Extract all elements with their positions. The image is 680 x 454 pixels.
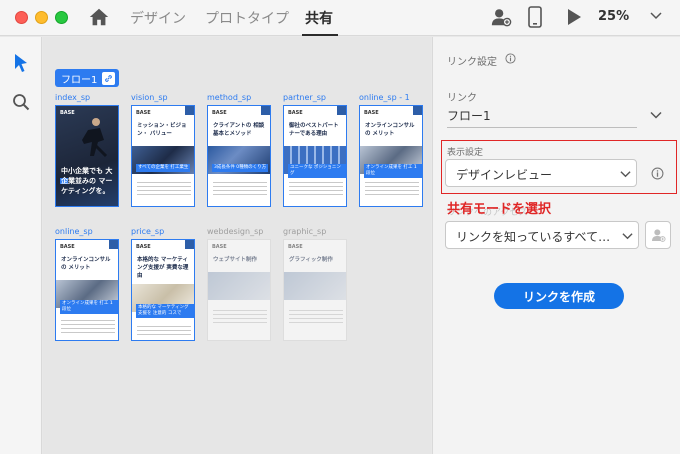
artboard-title: オンラインコンサルの メリット — [365, 123, 415, 137]
artboard-method-sp[interactable]: BASE クライアントの 相談基本とメソッド 3成長条件 0種類のくり方 — [207, 105, 271, 207]
artboard-text-lines — [61, 320, 115, 334]
link-icon[interactable] — [102, 71, 116, 85]
artboard-text-lines — [213, 182, 267, 196]
active-tab-indicator — [302, 34, 338, 36]
artboard-corner — [261, 106, 270, 115]
artboard-title: 御社のベストパートナーである理由 — [289, 123, 339, 137]
artboard-label-webdesign-sp[interactable]: webdesign_sp — [207, 227, 263, 236]
share-settings-panel: リンク設定 リンク フロー1 表示設定 デザインレビュー リンクへのアクセス 共… — [432, 37, 680, 454]
artboard-tag: オンライン成果を 打工 1段位 — [364, 164, 422, 178]
artboard-corner — [185, 106, 194, 115]
artboard-text-lines — [289, 310, 343, 324]
artboard-index-sp[interactable]: BASE 中小企業でも 大企業並みの マーケティングを。 — [55, 105, 119, 207]
zoom-level[interactable]: 25% — [598, 9, 629, 24]
artboard-label-partner-sp[interactable]: partner_sp — [283, 93, 326, 102]
title-bar: デザイン プロトタイプ 共有 25% — [0, 0, 680, 36]
artboard-title: ミッション・ビジョン・ バリュー — [137, 123, 187, 137]
artboard-title: ウェブサイト制作 — [213, 257, 258, 263]
artboard-logo: BASE — [212, 244, 227, 250]
artboard-logo: BASE — [288, 110, 303, 116]
artboard-corner — [185, 240, 194, 249]
window-close-button[interactable] — [15, 11, 28, 24]
link-label: リンク — [447, 93, 477, 104]
artboard-partner-sp[interactable]: BASE 御社のベストパートナーである理由 ユニークな ポジショニング — [283, 105, 347, 207]
display-mode-select[interactable]: デザインレビュー — [445, 159, 637, 187]
artboard-webdesign-sp[interactable]: BASE ウェブサイト制作 — [207, 239, 271, 341]
artboard-logo: BASE — [288, 244, 303, 250]
artboard-label-vision-sp[interactable]: vision_sp — [131, 93, 168, 102]
artboard-hero-text: 中小企業でも 大企業並みの マーケティングを。 — [61, 167, 113, 195]
artboard-logo: BASE — [136, 110, 151, 116]
artboard-corner — [337, 106, 346, 115]
artboard-logo: BASE — [364, 110, 379, 116]
artboard-title: オンラインコンサルの メリット — [61, 257, 111, 271]
artboard-corner — [109, 240, 118, 249]
link-select[interactable]: フロー1 — [447, 107, 491, 124]
info-icon[interactable] — [505, 53, 516, 64]
user-add-icon[interactable] — [490, 6, 512, 28]
artboard-label-online-sp[interactable]: online_sp — [55, 227, 93, 236]
artboard-title: 本格的な マーケティング支援が 実費な理由 — [137, 257, 189, 279]
user-add-icon — [652, 229, 666, 242]
artboard-online-sp[interactable]: BASE オンラインコンサルの メリット オンライン成果を 打工 1段位 — [55, 239, 119, 341]
artboard-photo — [208, 272, 270, 300]
artboard-corner — [413, 106, 422, 115]
artboard-tag: オンライン成果を 打工 1段位 — [60, 300, 118, 314]
artboard-tag: 3成長条件 0種類のくり方 — [212, 164, 269, 172]
annotation-text: 共有モードを選択 — [447, 202, 552, 217]
flow-badge-label: フロー1 — [61, 74, 98, 86]
flow-badge[interactable]: フロー1 — [55, 69, 120, 87]
artboard-label-online-sp-1[interactable]: online_sp - 1 — [359, 93, 410, 102]
artboard-tag: すべての企業を 打工業生 — [136, 164, 191, 172]
link-select-underline — [447, 127, 637, 128]
artboard-logo: BASE — [60, 110, 75, 116]
chevron-down-icon — [622, 233, 633, 240]
artboard-photo — [284, 272, 346, 300]
chevron-down-icon[interactable] — [650, 111, 662, 119]
invite-user-button[interactable] — [645, 221, 671, 249]
window-maximize-button[interactable] — [55, 11, 68, 24]
play-icon[interactable] — [566, 8, 582, 26]
artboard-text-lines — [213, 310, 267, 324]
artboard-logo: BASE — [60, 244, 75, 250]
runner-image — [82, 118, 108, 158]
chevron-down-icon — [620, 171, 631, 178]
artboard-logo: BASE — [212, 110, 227, 116]
artboard-graphic-sp[interactable]: BASE グラフィック制作 — [283, 239, 347, 341]
artboard-vision-sp[interactable]: BASE ミッション・ビジョン・ バリュー すべての企業を 打工業生 — [131, 105, 195, 207]
artboard-text-lines — [137, 182, 191, 196]
artboard-logo: BASE — [136, 244, 151, 250]
link-access-select[interactable]: リンクを知っているすべて… — [445, 221, 639, 249]
link-access-value: リンクを知っているすべて… — [456, 230, 611, 244]
info-icon[interactable] — [651, 167, 664, 180]
mobile-device-icon[interactable] — [528, 6, 542, 28]
artboard-label-graphic-sp[interactable]: graphic_sp — [283, 227, 326, 236]
artboard-text-lines — [365, 182, 419, 196]
display-settings-label: 表示設定 — [447, 148, 484, 158]
tool-bar — [0, 37, 42, 454]
artboard-online-sp-1[interactable]: BASE オンラインコンサルの メリット オンライン成果を 打工 1段位 — [359, 105, 423, 207]
artboard-price-sp[interactable]: BASE 本格的な マーケティング支援が 実費な理由 本格的な マーケティング支… — [131, 239, 195, 341]
tab-design[interactable]: デザイン — [130, 8, 186, 28]
home-icon[interactable] — [88, 6, 110, 28]
artboard-title: クライアントの 相談基本とメソッド — [213, 123, 265, 137]
artboard-text-lines — [137, 326, 191, 336]
panel-title: リンク設定 — [447, 57, 497, 68]
zoom-magnifier-icon[interactable] — [12, 93, 30, 111]
canvas[interactable]: フロー1 index_sp vision_sp method_sp partne… — [43, 37, 431, 454]
artboard-label-index-sp[interactable]: index_sp — [55, 93, 90, 102]
artboard-label-price-sp[interactable]: price_sp — [131, 227, 164, 236]
artboard-title: グラフィック制作 — [289, 257, 333, 263]
artboard-tag: 本格的な マーケティング支援を 注意的 コスで — [136, 304, 194, 318]
artboard-text-lines — [289, 182, 343, 196]
chevron-down-icon[interactable] — [650, 10, 662, 20]
artboard-tag: ユニークな ポジショニング — [288, 164, 346, 178]
create-link-button[interactable]: リンクを作成 — [494, 283, 624, 309]
tab-share[interactable]: 共有 — [305, 8, 333, 28]
tab-prototype[interactable]: プロトタイプ — [205, 8, 289, 28]
window-minimize-button[interactable] — [35, 11, 48, 24]
display-mode-value: デザインレビュー — [456, 168, 553, 182]
artboard-label-method-sp[interactable]: method_sp — [207, 93, 251, 102]
select-arrow-icon[interactable] — [12, 53, 30, 73]
